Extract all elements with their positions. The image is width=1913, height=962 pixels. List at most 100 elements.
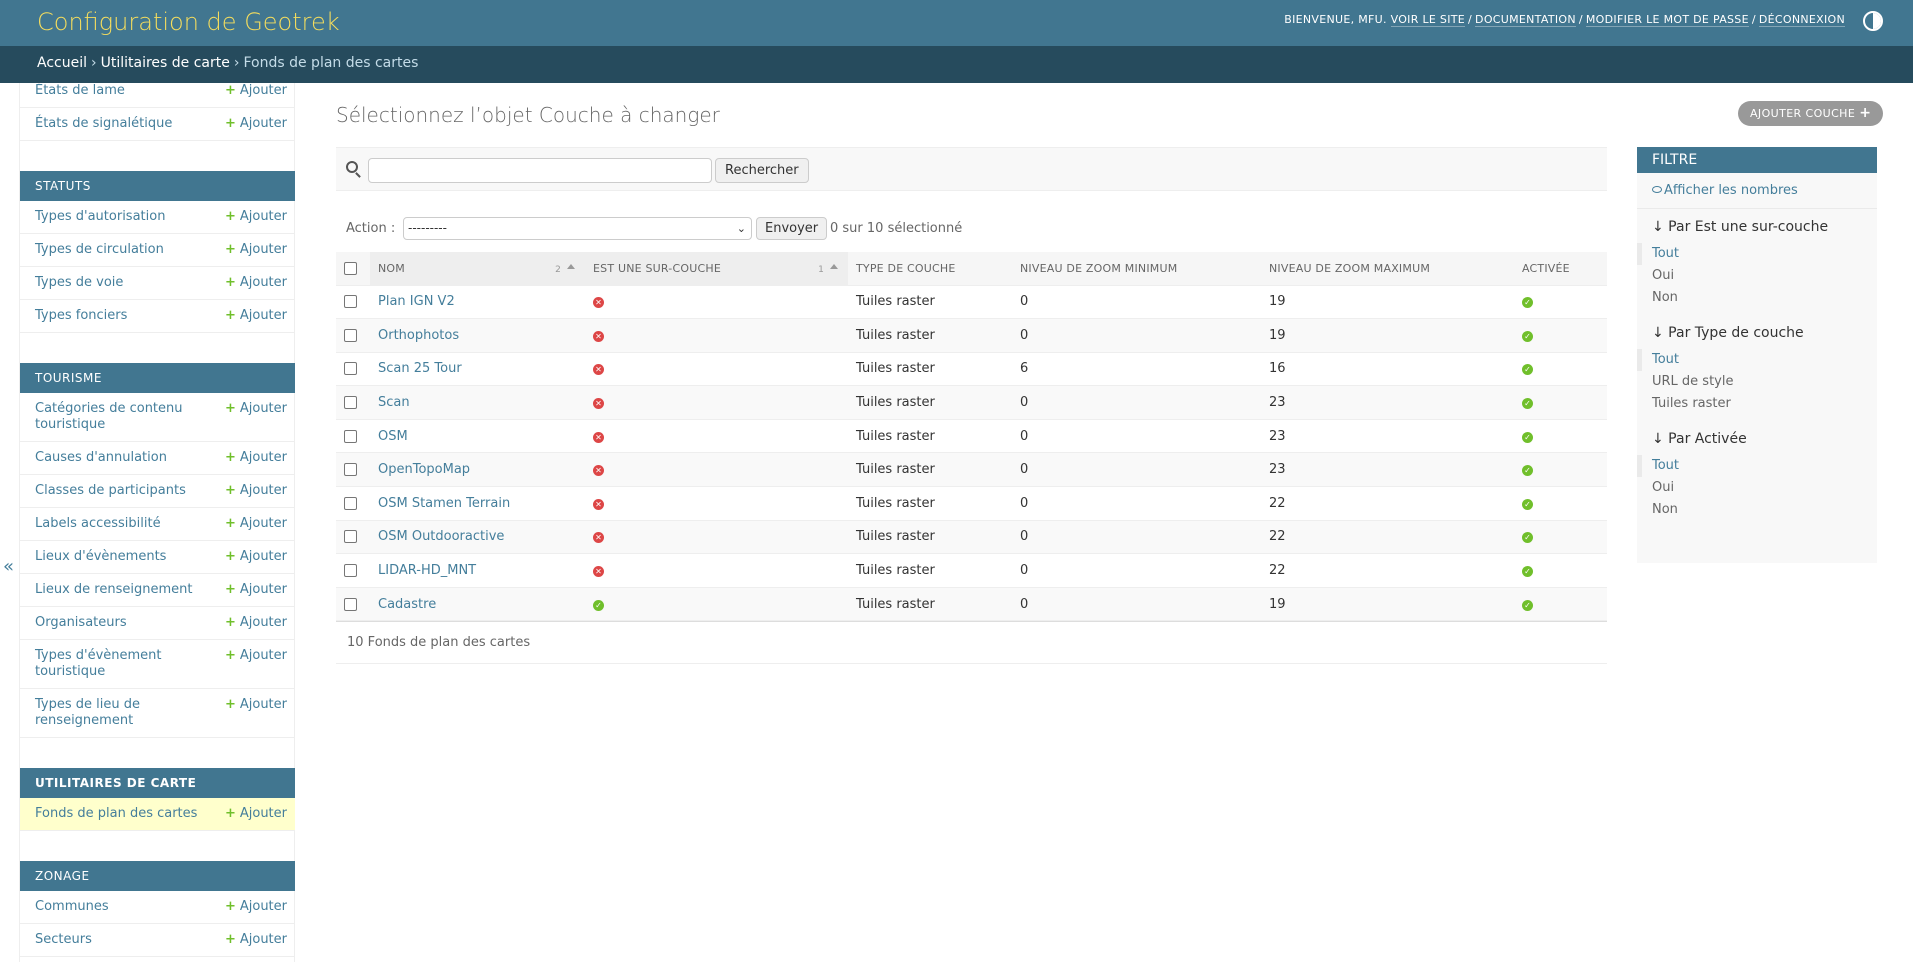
- sidebar-item[interactable]: Causes d'annulation + Ajouter: [20, 442, 295, 475]
- filter-option[interactable]: Non: [1637, 499, 1877, 521]
- add-link[interactable]: + Ajouter: [225, 209, 287, 224]
- show-counts-link[interactable]: Afficher les nombres: [1637, 173, 1877, 209]
- sidebar-item[interactable]: Catégories de contenu touristique + Ajoute…: [20, 393, 295, 442]
- add-link[interactable]: + Ajouter: [225, 83, 287, 98]
- sidebar-item[interactable]: Labels accessibilité + Ajouter: [20, 508, 295, 541]
- sidebar-item[interactable]: Lieux d'évènements + Ajouter: [20, 541, 295, 574]
- row-checkbox[interactable]: [344, 328, 357, 342]
- site-title[interactable]: Configuration de Geotrek: [37, 8, 340, 36]
- filter-option[interactable]: Tout: [1637, 243, 1877, 265]
- action-select[interactable]: --------- ⌄: [403, 217, 752, 240]
- sort-up-icon[interactable]: [567, 264, 575, 269]
- row-name-link[interactable]: Cadastre: [378, 597, 436, 612]
- filter-option[interactable]: Tuiles raster: [1637, 393, 1877, 415]
- row-checkbox[interactable]: [344, 597, 357, 611]
- action-go-button[interactable]: Envoyer: [756, 217, 828, 240]
- sidebar-item[interactable]: Types de voie + Ajouter: [20, 267, 295, 300]
- row-checkbox[interactable]: [344, 463, 357, 477]
- sidebar-item-label[interactable]: Lieux de renseignement: [35, 574, 215, 606]
- search-input[interactable]: [368, 158, 712, 183]
- sidebar-item[interactable]: Lieux de renseignement + Ajouter: [20, 574, 295, 607]
- sidebar-item-etats-de-lame[interactable]: États de lame + Ajouter: [20, 83, 295, 108]
- sidebar-item-label[interactable]: États de lame: [35, 83, 215, 107]
- add-link[interactable]: + Ajouter: [225, 648, 287, 663]
- add-link[interactable]: + Ajouter: [225, 401, 287, 416]
- sidebar-item[interactable]: Communes + Ajouter: [20, 891, 295, 924]
- sidebar-item[interactable]: Types de lieu de renseignement + Ajouter: [20, 689, 295, 738]
- row-name-link[interactable]: OSM Stamen Terrain: [378, 496, 510, 511]
- sidebar-item-label[interactable]: Types fonciers: [35, 300, 215, 332]
- module-caption[interactable]: ZONAGE: [20, 861, 295, 891]
- sidebar-item-label[interactable]: Classes de participants: [35, 475, 215, 507]
- row-checkbox[interactable]: [344, 362, 357, 376]
- add-link[interactable]: + Ajouter: [225, 483, 287, 498]
- sidebar-item-label[interactable]: Fonds de plan des cartes: [35, 798, 215, 830]
- sidebar-item[interactable]: Secteurs + Ajouter: [20, 924, 295, 957]
- add-link[interactable]: + Ajouter: [225, 116, 287, 131]
- column-est-une-sur-couche[interactable]: EST UNE SUR-COUCHE 1: [585, 252, 848, 286]
- theme-toggle-icon[interactable]: [1863, 11, 1883, 31]
- documentation-link[interactable]: DOCUMENTATION: [1475, 13, 1576, 27]
- row-name-link[interactable]: OSM Outdooractive: [378, 529, 504, 544]
- sidebar-item-label[interactable]: Types d'autorisation: [35, 201, 215, 233]
- filter-option[interactable]: Non: [1637, 287, 1877, 309]
- sidebar-item-label[interactable]: Types de circulation: [35, 234, 215, 266]
- row-name-link[interactable]: Orthophotos: [378, 328, 459, 343]
- sidebar-item-current[interactable]: Fonds de plan des cartes + Ajouter: [20, 798, 295, 831]
- column-nom[interactable]: NOM 2: [370, 252, 585, 286]
- filter-option[interactable]: Oui: [1637, 477, 1877, 499]
- sidebar-item[interactable]: Types d'évènement touristique + Ajouter: [20, 640, 295, 689]
- add-link[interactable]: + Ajouter: [225, 275, 287, 290]
- filter-option[interactable]: Tout: [1637, 349, 1877, 371]
- sidebar-item-label[interactable]: Types d'évènement touristique: [35, 640, 215, 688]
- row-checkbox[interactable]: [344, 564, 357, 578]
- row-name-link[interactable]: OpenTopoMap: [378, 462, 470, 477]
- sidebar-item[interactable]: Types d'autorisation + Ajouter: [20, 201, 295, 234]
- sidebar-item-label[interactable]: Lieux d'évènements: [35, 541, 215, 573]
- row-checkbox[interactable]: [344, 396, 357, 410]
- add-link[interactable]: + Ajouter: [225, 899, 287, 914]
- sidebar-item-label[interactable]: Causes d'annulation: [35, 442, 215, 474]
- sidebar-item[interactable]: Types de circulation + Ajouter: [20, 234, 295, 267]
- row-checkbox[interactable]: [344, 496, 357, 510]
- row-name-link[interactable]: LIDAR-HD_MNT: [378, 563, 476, 578]
- sidebar-item[interactable]: Types fonciers + Ajouter: [20, 300, 295, 333]
- add-link[interactable]: + Ajouter: [225, 549, 287, 564]
- add-link[interactable]: + Ajouter: [225, 308, 287, 323]
- logout-link[interactable]: DÉCONNEXION: [1758, 13, 1845, 27]
- sidebar-item[interactable]: Organisateurs + Ajouter: [20, 607, 295, 640]
- column-zoom-max[interactable]: NIVEAU DE ZOOM MAXIMUM: [1261, 252, 1514, 286]
- add-link[interactable]: + Ajouter: [225, 932, 287, 947]
- sidebar-item-label[interactable]: Secteurs: [35, 924, 215, 956]
- breadcrumb-app[interactable]: Utilitaires de carte: [101, 55, 230, 71]
- sidebar-item-label[interactable]: Communes: [35, 891, 215, 923]
- breadcrumb-home[interactable]: Accueil: [37, 55, 87, 71]
- add-link[interactable]: + Ajouter: [225, 615, 287, 630]
- module-caption[interactable]: UTILITAIRES DE CARTE: [20, 768, 295, 798]
- sidebar-item-label[interactable]: États de signalétique: [35, 108, 215, 140]
- filter-option[interactable]: Tout: [1637, 455, 1877, 477]
- sidebar-item-label[interactable]: Types de voie: [35, 267, 215, 299]
- collapse-sidebar-button[interactable]: «: [3, 556, 14, 577]
- row-checkbox[interactable]: [344, 530, 357, 544]
- sidebar-item[interactable]: Classes de participants + Ajouter: [20, 475, 295, 508]
- row-name-link[interactable]: OSM: [378, 429, 408, 444]
- column-activee[interactable]: ACTIVÉE: [1514, 252, 1607, 286]
- sidebar-item-label[interactable]: Types de lieu de renseignement: [35, 689, 215, 737]
- row-name-link[interactable]: Plan IGN V2: [378, 294, 455, 309]
- view-site-link[interactable]: VOIR LE SITE: [1390, 13, 1466, 27]
- filter-option[interactable]: URL de style: [1637, 371, 1877, 393]
- column-zoom-min[interactable]: NIVEAU DE ZOOM MINIMUM: [1012, 252, 1261, 286]
- add-couche-button[interactable]: AJOUTER COUCHE +: [1738, 101, 1884, 126]
- filter-option[interactable]: Oui: [1637, 265, 1877, 287]
- add-link[interactable]: + Ajouter: [225, 697, 287, 712]
- column-type-de-couche[interactable]: TYPE DE COUCHE: [848, 252, 1012, 286]
- sort-up-icon[interactable]: [830, 264, 838, 269]
- add-link[interactable]: + Ajouter: [225, 806, 287, 821]
- sidebar-item-etats-de-signaletique[interactable]: États de signalétique + Ajouter: [20, 108, 295, 141]
- search-button[interactable]: Rechercher: [715, 158, 809, 183]
- add-link[interactable]: + Ajouter: [225, 582, 287, 597]
- sidebar-item-label[interactable]: Organisateurs: [35, 607, 215, 639]
- row-name-link[interactable]: Scan 25 Tour: [378, 361, 462, 376]
- module-caption[interactable]: STATUTS: [20, 171, 295, 201]
